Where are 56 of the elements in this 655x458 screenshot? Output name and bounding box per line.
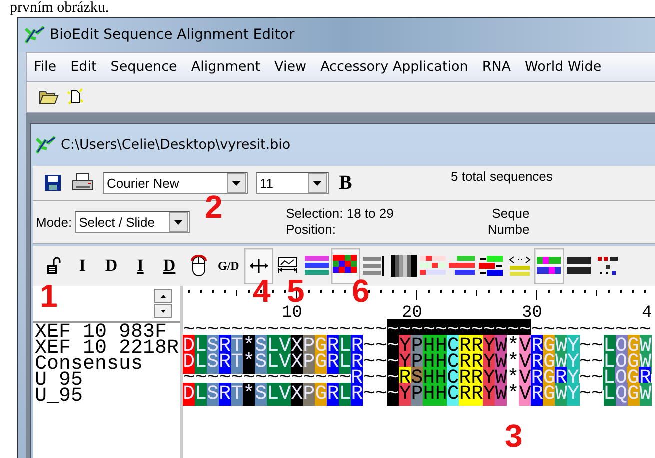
- down-arrow-icon: [160, 310, 166, 312]
- position-label: Position:: [286, 222, 338, 238]
- dropdown-arrow-icon: [313, 180, 322, 186]
- ruler-label: 20: [402, 305, 422, 323]
- scroll-down-button[interactable]: [154, 304, 172, 318]
- mode-label: Mode:: [36, 214, 72, 230]
- menu-item[interactable]: Accessory Application: [314, 59, 476, 75]
- up-arrow-icon: [160, 294, 166, 298]
- font-dropdown[interactable]: Courier New: [103, 172, 248, 194]
- ruler-label: 4: [642, 305, 652, 323]
- toolbar-button[interactable]: D: [97, 248, 126, 284]
- scroll-up-button[interactable]: [154, 289, 172, 303]
- print-icon[interactable]: [71, 173, 95, 193]
- menu-item[interactable]: View: [268, 59, 314, 75]
- info-label: Seque: [492, 206, 530, 222]
- new-document-icon[interactable]: [67, 88, 85, 106]
- annotation-number: 6: [352, 279, 370, 303]
- annotation-number: 5: [287, 279, 305, 303]
- menu-item[interactable]: World Wide: [518, 59, 609, 75]
- info-label: Numbe: [488, 222, 530, 238]
- app-icon: [24, 25, 46, 45]
- ruler-label: 30: [522, 305, 542, 323]
- annotation-number: 2: [205, 195, 223, 219]
- font-size-dropdown[interactable]: 11: [256, 172, 329, 194]
- app-icon: [35, 135, 57, 155]
- sequence-name[interactable]: XEF 10 983F: [35, 325, 180, 341]
- folder-icon[interactable]: [39, 89, 59, 105]
- menu-item[interactable]: Sequence: [104, 59, 184, 75]
- bold-button[interactable]: B: [337, 172, 354, 194]
- sequence-name[interactable]: XEF 10 2218R: [35, 341, 180, 357]
- toolbar-button[interactable]: I: [126, 248, 155, 284]
- toolbar-button[interactable]: I: [68, 248, 97, 284]
- sequence-name[interactable]: U_95: [35, 389, 180, 405]
- save-icon[interactable]: [43, 173, 63, 193]
- window-title: BioEdit Sequence Alignment Editor: [50, 27, 295, 43]
- sequence-text: ~~~~~~~~~~: [531, 323, 652, 339]
- menu-item[interactable]: File: [27, 59, 64, 75]
- toolbar-button[interactable]: G/D: [213, 248, 244, 284]
- menu-item[interactable]: Alignment: [184, 59, 268, 75]
- sequence-name[interactable]: U 95: [35, 373, 180, 389]
- dropdown-arrow-icon: [174, 220, 184, 224]
- annotation-number: 1: [40, 284, 58, 308]
- sequence-name[interactable]: Consensus: [35, 357, 180, 373]
- menu-item[interactable]: RNA: [475, 59, 518, 75]
- mode-dropdown[interactable]: Select / Slide: [75, 211, 190, 233]
- document-title: C:\Users\Celie\Desktop\vyresit.bio: [61, 137, 291, 153]
- ruler-label: 10: [282, 305, 302, 323]
- sequence-count: 5 total sequences: [451, 169, 553, 184]
- annotation-number: 3: [505, 424, 523, 448]
- codon-icon[interactable]: [534, 248, 564, 284]
- selection-label: Selection: 18 to 29: [286, 206, 394, 222]
- annotation-number: 4: [253, 279, 271, 303]
- toolbar-button[interactable]: D: [155, 248, 184, 284]
- dropdown-arrow-icon: [232, 180, 241, 186]
- document-text: prvním obrázku.: [10, 0, 110, 17]
- menu-item[interactable]: Edit: [64, 59, 104, 75]
